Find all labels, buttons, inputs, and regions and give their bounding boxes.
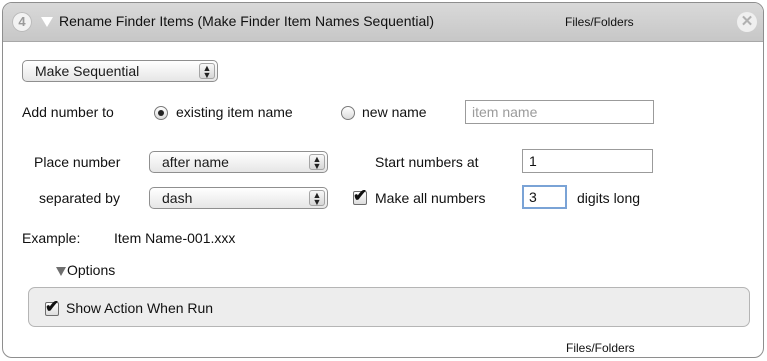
example-value: Item Name-001.xxx (114, 230, 236, 246)
checkmark-icon: ✔ (45, 297, 60, 316)
add-number-label: Add number to (22, 104, 114, 120)
popup-arrows-icon: ▲ ▼ (309, 154, 325, 171)
radio-new-name[interactable] (341, 106, 355, 120)
radio-existing-item-name[interactable] (154, 106, 168, 120)
start-numbers-label: Start numbers at (375, 154, 479, 170)
action-panel: 4 Rename Finder Items (Make Finder Item … (2, 2, 764, 358)
separator-value: dash (162, 190, 193, 206)
separated-by-label: separated by (39, 190, 120, 206)
place-number-popup[interactable]: after name ▲ ▼ (149, 151, 328, 173)
footer-category: Files/Folders (566, 341, 635, 355)
show-action-label: Show Action When Run (66, 300, 214, 316)
radio-existing-label: existing item name (176, 104, 293, 120)
place-number-label: Place number (34, 154, 121, 170)
options-label[interactable]: Options (67, 262, 115, 278)
popup-arrows-icon: ▲ ▼ (199, 63, 215, 80)
digits-long-label: digits long (577, 190, 641, 206)
step-number-badge: 4 (12, 12, 32, 32)
action-category: Files/Folders (565, 15, 634, 29)
collapse-disclosure-icon[interactable] (41, 17, 53, 27)
place-number-value: after name (162, 154, 229, 170)
separator-popup[interactable]: dash ▲ ▼ (149, 187, 328, 209)
show-action-checkbox[interactable]: ✔ (45, 297, 59, 316)
action-title: Rename Finder Items (Make Finder Item Na… (59, 13, 435, 29)
start-number-field[interactable] (522, 149, 653, 173)
make-all-numbers-checkbox[interactable]: ✔ (353, 186, 367, 205)
action-titlebar: 4 Rename Finder Items (Make Finder Item … (3, 3, 763, 42)
mode-popup-value: Make Sequential (35, 63, 140, 79)
popup-arrows-icon: ▲ ▼ (309, 190, 325, 207)
options-disclosure-icon[interactable] (56, 267, 66, 276)
close-icon[interactable]: ✕ (737, 12, 757, 32)
options-box: ✔ Show Action When Run (28, 287, 750, 327)
new-name-field[interactable] (465, 100, 654, 124)
make-all-numbers-label: Make all numbers (375, 190, 486, 206)
digits-field[interactable] (522, 185, 567, 209)
mode-popup[interactable]: Make Sequential ▲ ▼ (22, 60, 218, 82)
checkmark-icon: ✔ (353, 186, 368, 205)
example-label: Example: (22, 230, 81, 246)
radio-new-label: new name (362, 104, 427, 120)
